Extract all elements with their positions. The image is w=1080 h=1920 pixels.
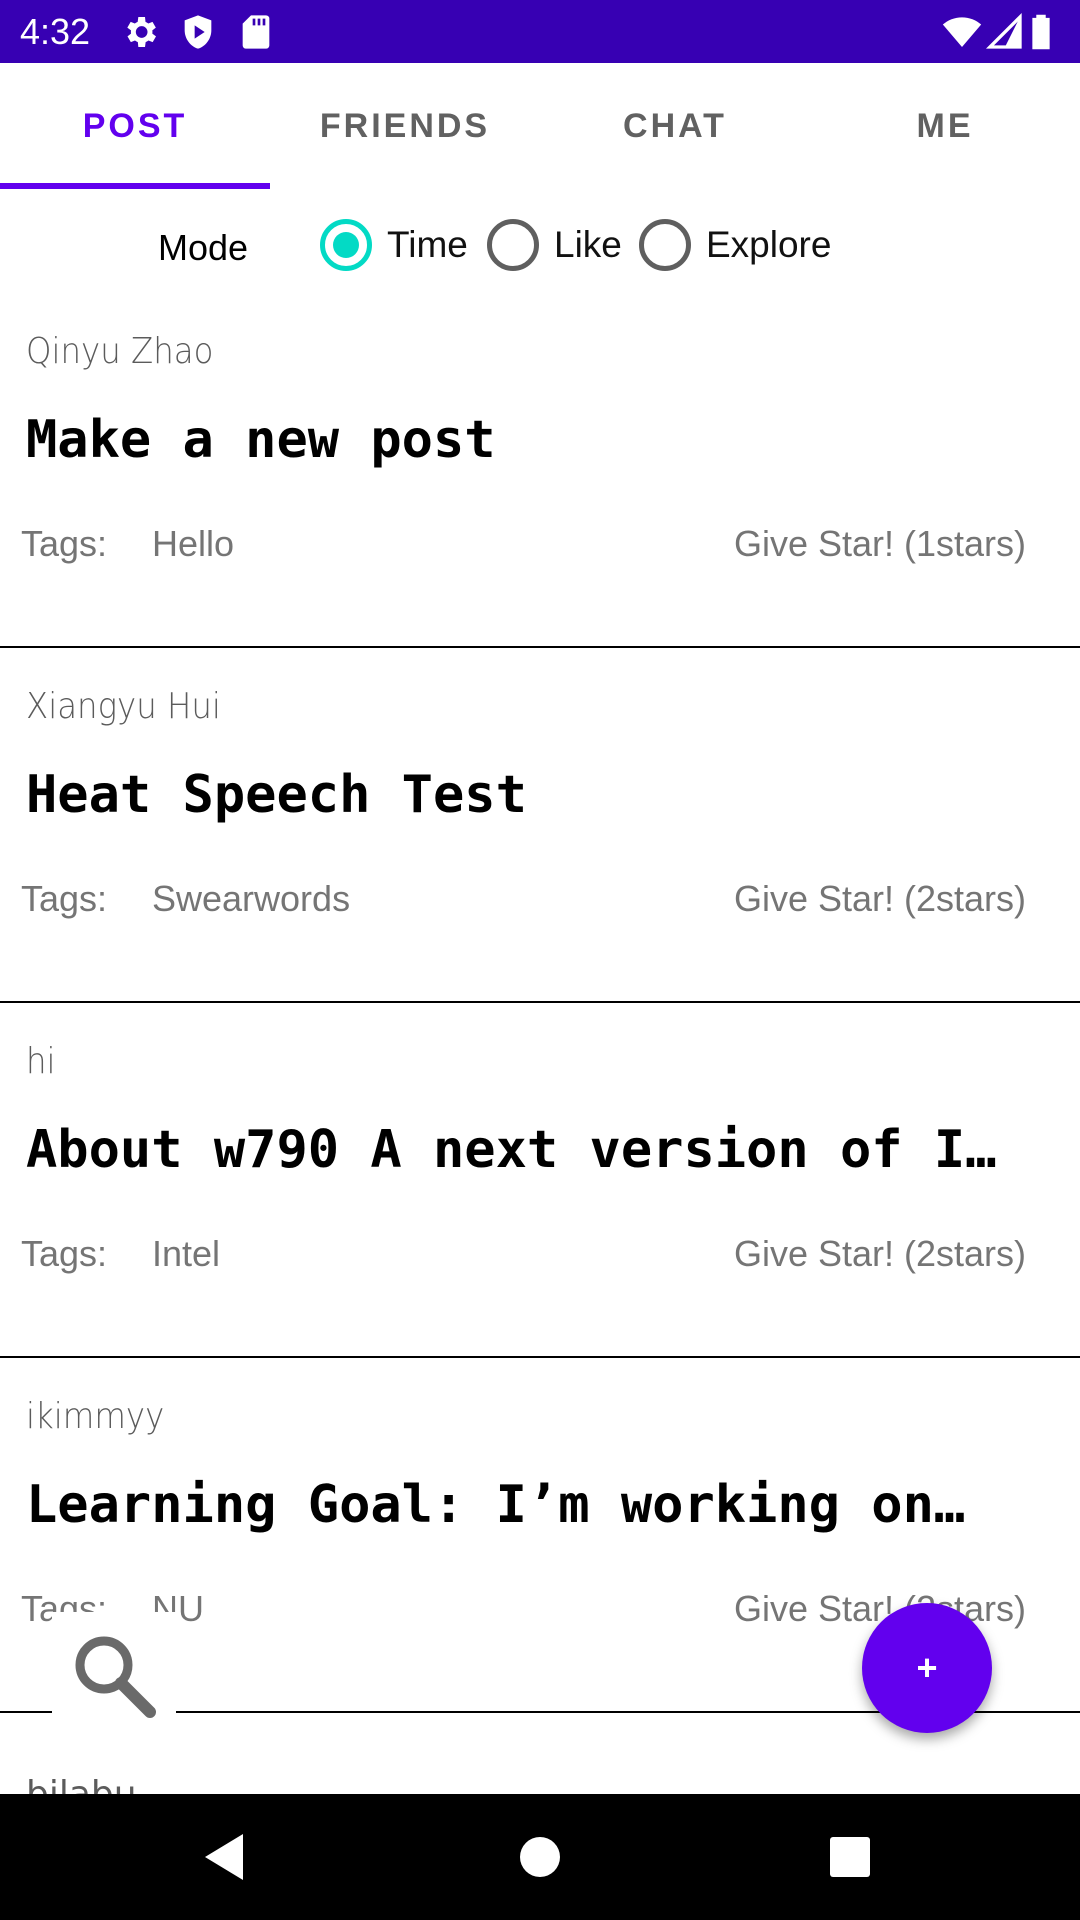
post-author: hi <box>26 1041 56 1082</box>
post-title[interactable]: Heat Speech Test <box>26 765 1046 825</box>
post-title[interactable]: Make a new post <box>26 410 1046 470</box>
post-title[interactable]: Learning Goal: I’m working on… <box>26 1475 1046 1535</box>
post-tag: Swearwords <box>152 878 351 919</box>
search-button[interactable] <box>52 1612 176 1742</box>
mode-label: Mode <box>158 227 249 268</box>
post-card[interactable]: hi About w790 A next version of I… Tags:… <box>0 1003 1080 1358</box>
post-author: Xiangyu Hui <box>26 686 221 727</box>
tab-bar: POST FRIENDS CHAT ME <box>0 63 1080 189</box>
mode-option-label: Time <box>387 224 468 265</box>
tab-post[interactable]: POST <box>0 63 270 189</box>
mode-option-label: Like <box>554 224 622 265</box>
post-author: Qinyu Zhao <box>26 331 214 372</box>
give-star-button[interactable]: Give Star! (2stars) <box>734 1233 1026 1275</box>
sd-card-icon <box>236 12 276 52</box>
status-time: 4:32 <box>20 11 91 52</box>
tab-friends[interactable]: FRIENDS <box>270 63 540 189</box>
tab-me[interactable]: ME <box>810 63 1080 189</box>
tab-indicator <box>0 183 270 189</box>
mode-option-explore[interactable]: Explore <box>639 214 831 276</box>
mode-option-time[interactable]: Time <box>320 214 468 276</box>
signal-icon <box>985 12 1025 52</box>
radio-unchecked-icon[interactable] <box>487 219 539 271</box>
radio-unchecked-icon[interactable] <box>639 219 691 271</box>
status-bar: 4:32 <box>0 0 1080 63</box>
add-post-button[interactable]: + <box>862 1603 992 1733</box>
post-title[interactable]: About w790 A next version of I… <box>26 1120 1046 1180</box>
tab-chat[interactable]: CHAT <box>540 63 810 189</box>
post-tags-label: Tags: <box>21 523 108 564</box>
wifi-icon <box>942 12 982 52</box>
give-star-button[interactable]: Give Star! (1stars) <box>734 523 1026 565</box>
battery-icon <box>1030 12 1060 52</box>
post-card[interactable]: Xiangyu Hui Heat Speech Test Tags: Swear… <box>0 648 1080 1003</box>
mode-option-like[interactable]: Like <box>487 214 622 276</box>
mode-option-label: Explore <box>706 224 832 265</box>
post-card[interactable]: Qinyu Zhao Make a new post Tags: Hello G… <box>0 293 1080 648</box>
post-author: ikimmyy <box>26 1396 165 1437</box>
post-tag: Intel <box>152 1233 221 1274</box>
post-tag: Hello <box>152 523 235 564</box>
post-tags-label: Tags: <box>21 878 108 919</box>
recents-icon[interactable] <box>817 1824 883 1890</box>
back-icon[interactable] <box>193 1824 259 1890</box>
give-star-button[interactable]: Give Star! (2stars) <box>734 878 1026 920</box>
gear-icon <box>120 12 160 52</box>
navigation-bar <box>0 1794 1080 1920</box>
home-icon[interactable] <box>507 1824 573 1890</box>
search-icon <box>75 1636 156 1718</box>
post-tags-label: Tags: <box>21 1233 108 1274</box>
radio-checked-icon[interactable] <box>320 219 372 271</box>
shield-icon <box>178 12 218 52</box>
